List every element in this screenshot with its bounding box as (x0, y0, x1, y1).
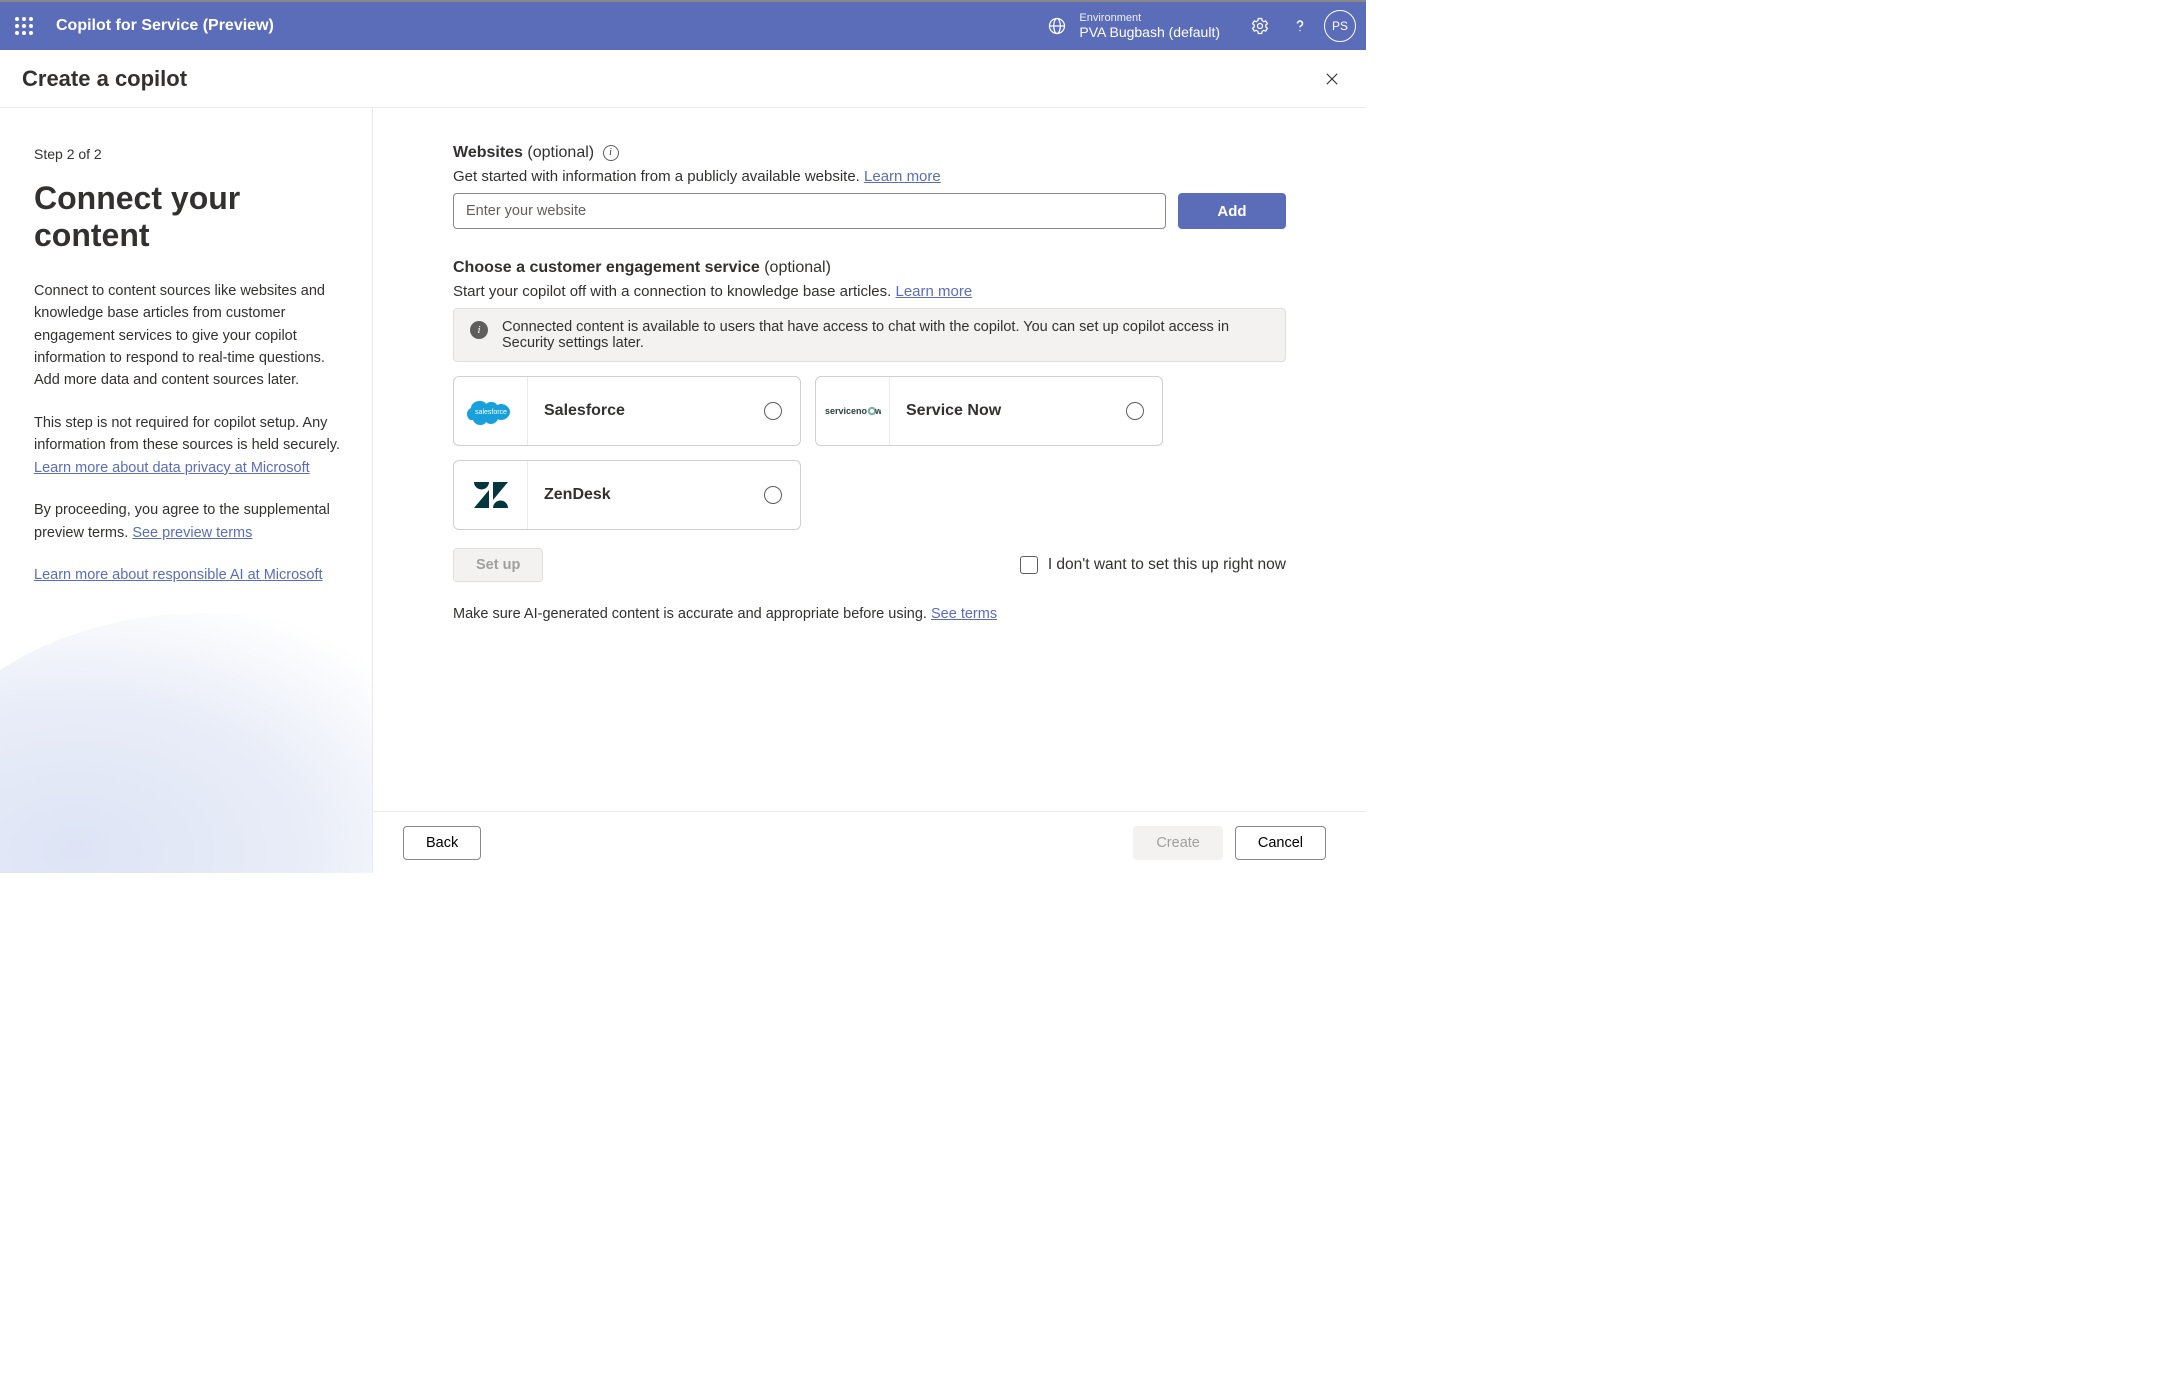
service-radio[interactable] (764, 486, 782, 504)
svg-text:serviceno: serviceno (825, 406, 868, 416)
websites-learn-more-link[interactable]: Learn more (864, 168, 941, 185)
info-banner: i Connected content is available to user… (453, 308, 1286, 362)
environment-label: Environment (1079, 12, 1220, 25)
see-terms-link[interactable]: See terms (931, 606, 997, 622)
website-input[interactable] (453, 193, 1166, 229)
service-card-zendesk[interactable]: ZenDesk (453, 460, 801, 530)
zendesk-logo-icon (454, 461, 528, 529)
service-radio[interactable] (764, 402, 782, 420)
salesforce-logo-icon: salesforce (454, 377, 528, 445)
service-card-servicenow[interactable]: serviceno w Service Now (815, 376, 1163, 446)
info-icon: i (470, 321, 488, 339)
svg-text:salesforce: salesforce (475, 409, 507, 416)
service-card-salesforce[interactable]: salesforce Salesforce (453, 376, 801, 446)
service-radio[interactable] (1126, 402, 1144, 420)
service-name: Salesforce (528, 402, 764, 420)
skip-setup-checkbox[interactable] (1020, 556, 1038, 574)
panel-paragraph-4: Learn more about responsible AI at Micro… (34, 564, 344, 586)
settings-button[interactable] (1240, 2, 1280, 50)
help-button[interactable] (1280, 2, 1320, 50)
websites-label: Websites (optional) i (453, 144, 1286, 162)
footer: Back Create Cancel (373, 811, 1366, 873)
responsible-ai-link[interactable]: Learn more about responsible AI at Micro… (34, 567, 323, 583)
page-header: Create a copilot (0, 50, 1366, 108)
svg-text:w: w (874, 406, 881, 416)
close-button[interactable] (1316, 63, 1348, 95)
preview-terms-link[interactable]: See preview terms (132, 525, 252, 541)
service-name: ZenDesk (528, 486, 764, 504)
service-name: Service Now (890, 402, 1126, 420)
help-icon (1290, 16, 1310, 36)
back-button[interactable]: Back (403, 826, 481, 860)
ces-subtext: Start your copilot off with a connection… (453, 283, 1286, 300)
add-website-button[interactable]: Add (1178, 193, 1286, 229)
service-grid: salesforce Salesforce serviceno w S (453, 376, 1286, 530)
gear-icon (1250, 16, 1270, 36)
close-icon (1323, 70, 1341, 88)
info-icon[interactable]: i (603, 145, 619, 161)
environment-picker[interactable]: Environment PVA Bugbash (default) (1047, 12, 1220, 41)
create-button: Create (1133, 826, 1223, 860)
left-panel: Step 2 of 2 Connect your content Connect… (0, 108, 373, 873)
websites-subtext: Get started with information from a publ… (453, 168, 1286, 185)
panel-heading: Connect your content (34, 180, 344, 254)
decorative-blob (0, 613, 373, 873)
right-panel: Websites (optional) i Get started with i… (373, 108, 1366, 873)
app-title[interactable]: Copilot for Service (Preview) (56, 17, 274, 35)
panel-paragraph-3: By proceeding, you agree to the suppleme… (34, 499, 344, 544)
user-avatar[interactable]: PS (1324, 10, 1356, 42)
step-indicator: Step 2 of 2 (34, 146, 344, 162)
app-launcher-button[interactable] (0, 2, 48, 50)
environment-name: PVA Bugbash (default) (1079, 24, 1220, 40)
globe-icon (1047, 16, 1067, 36)
info-banner-text: Connected content is available to users … (502, 319, 1269, 351)
skip-setup-label: I don't want to set this up right now (1048, 556, 1286, 574)
terms-line: Make sure AI-generated content is accura… (453, 606, 1286, 622)
skip-setup-checkbox-row[interactable]: I don't want to set this up right now (1020, 556, 1286, 574)
servicenow-logo-icon: serviceno w (816, 377, 890, 445)
topbar: Copilot for Service (Preview) Environmen… (0, 2, 1366, 50)
waffle-icon (15, 17, 33, 35)
panel-paragraph-2: This step is not required for copilot se… (34, 412, 344, 479)
ces-learn-more-link[interactable]: Learn more (895, 283, 972, 300)
privacy-link[interactable]: Learn more about data privacy at Microso… (34, 460, 310, 476)
page-title: Create a copilot (22, 66, 187, 92)
cancel-button[interactable]: Cancel (1235, 826, 1326, 860)
panel-paragraph-1: Connect to content sources like websites… (34, 280, 344, 392)
setup-button: Set up (453, 548, 543, 582)
ces-label: Choose a customer engagement service (op… (453, 259, 1286, 277)
